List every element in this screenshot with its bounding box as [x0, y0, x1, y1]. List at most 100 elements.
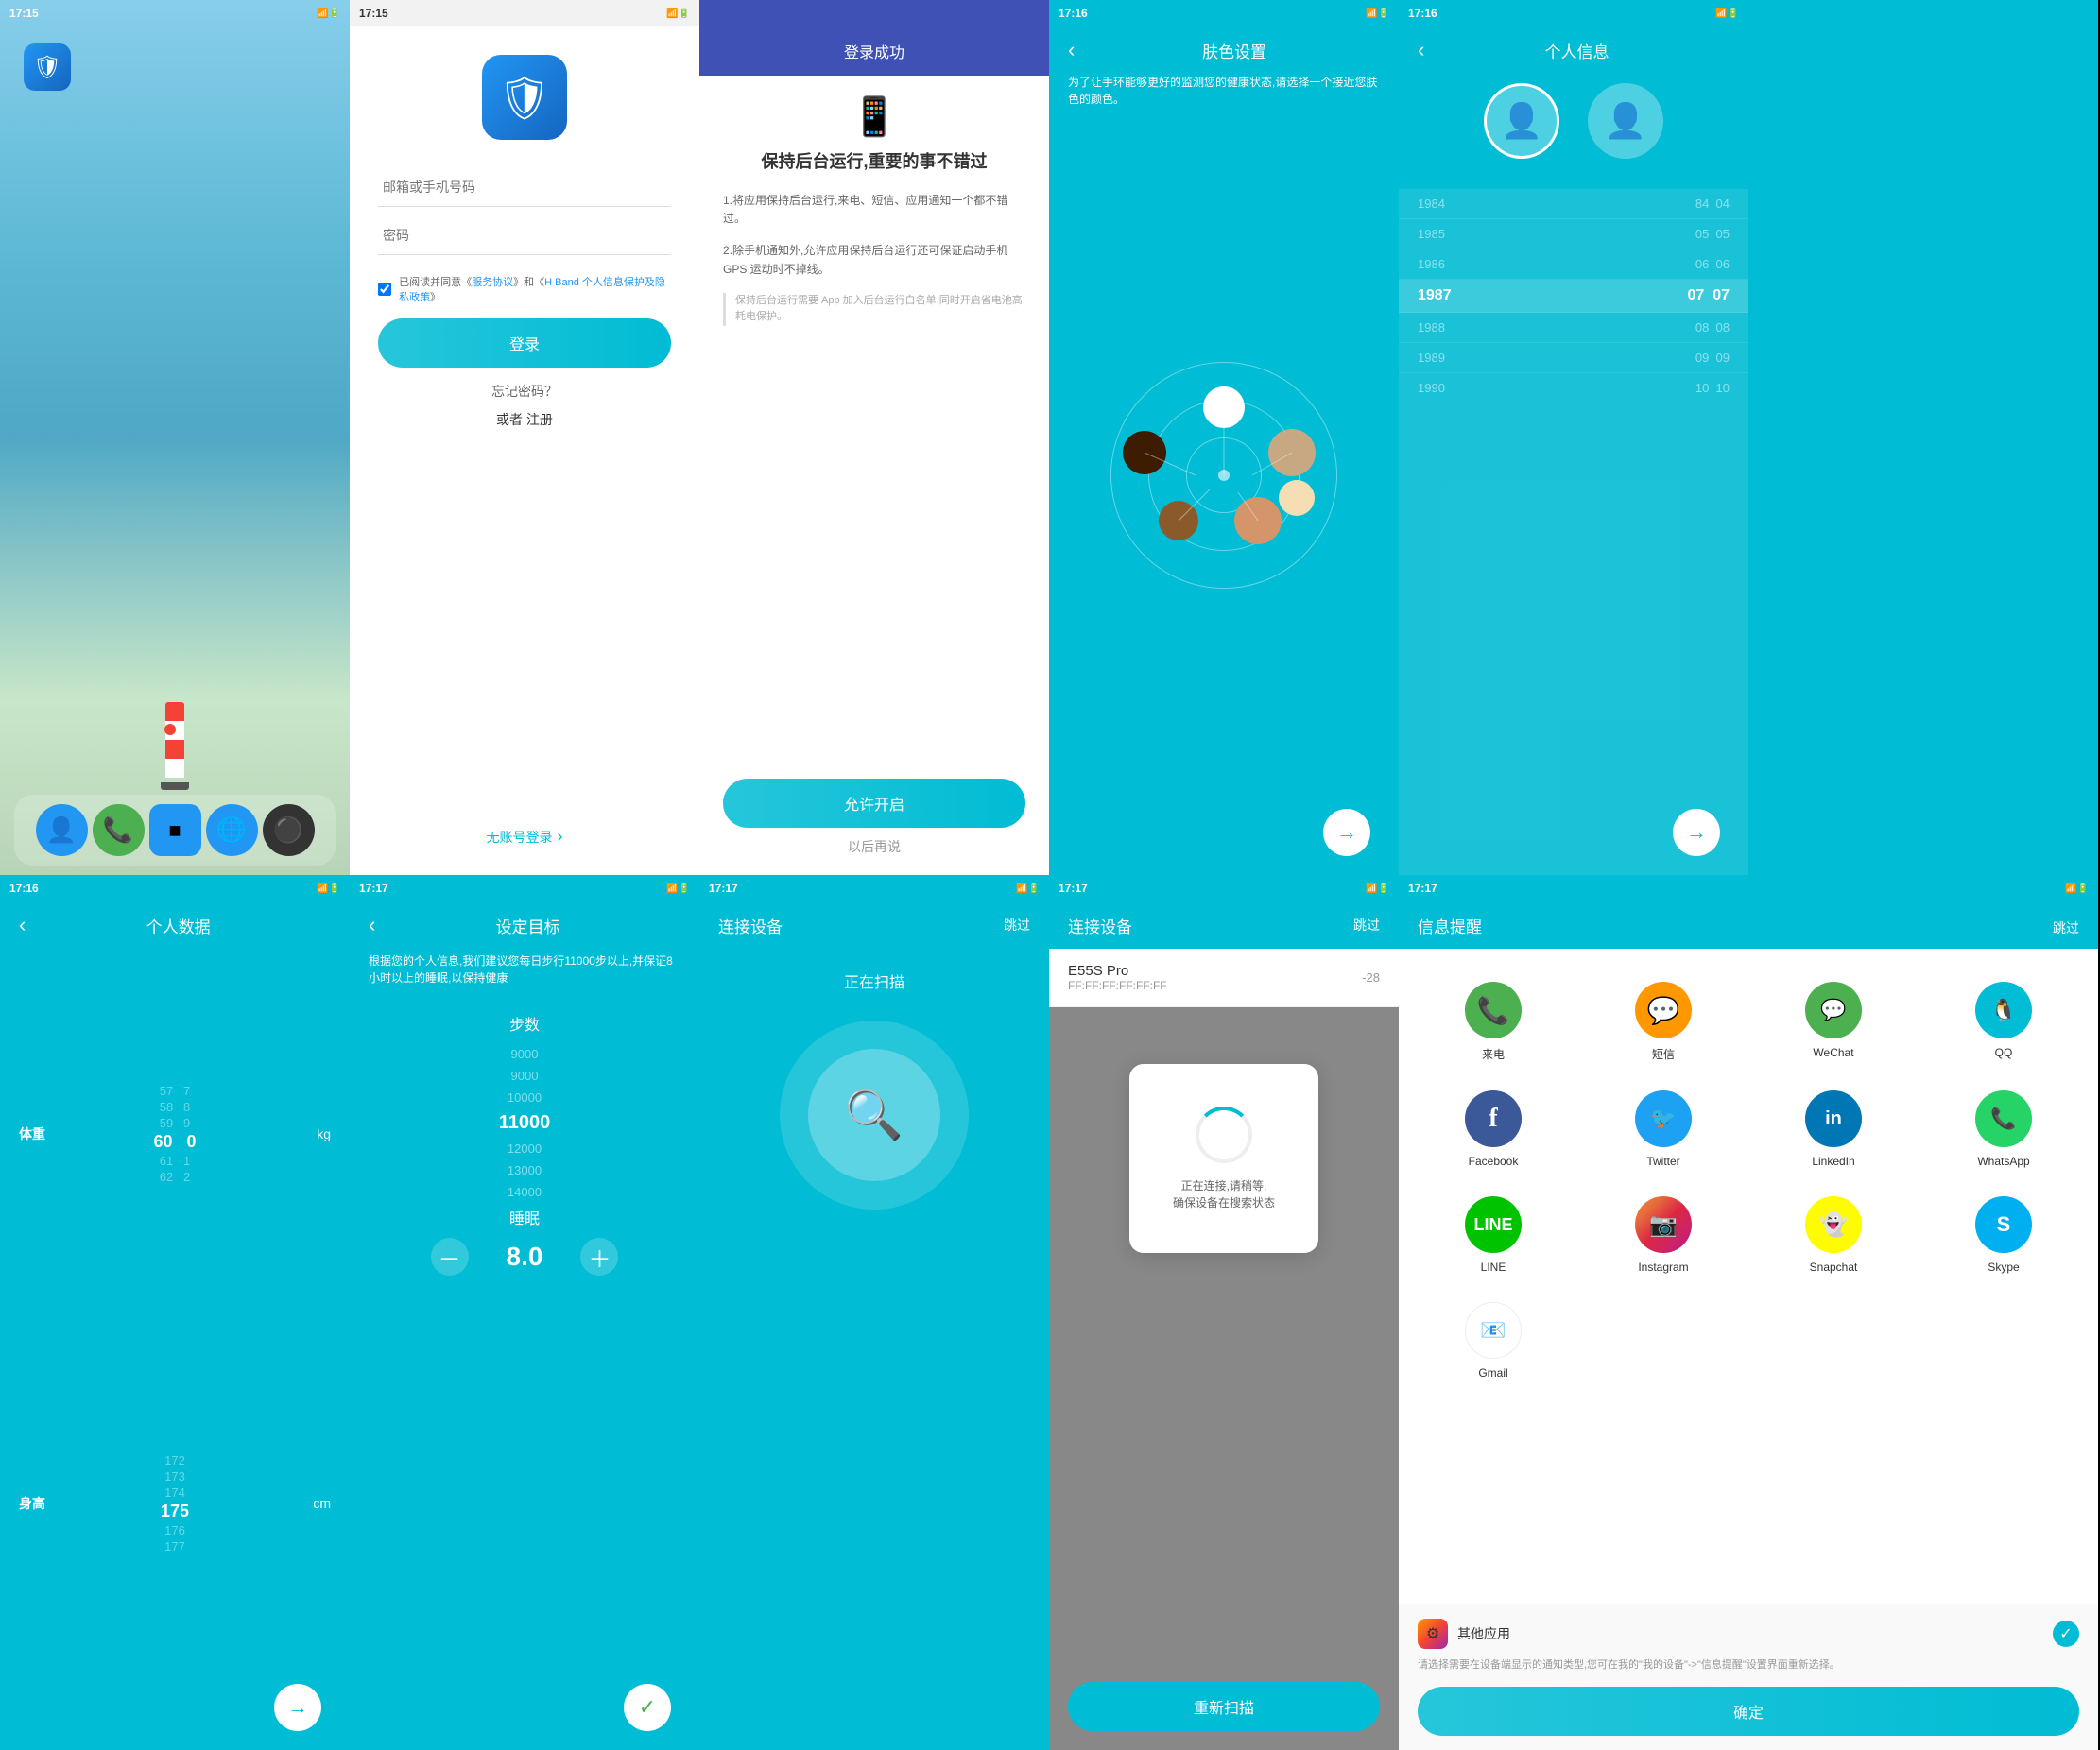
notif-item-facebook[interactable]: f Facebook [1408, 1076, 1578, 1182]
dock-phone[interactable]: 📞 [93, 804, 145, 856]
login-button[interactable]: 登录 [378, 318, 671, 368]
height-174[interactable]: 174 [164, 1485, 185, 1500]
steps-12000[interactable]: 12000 [508, 1139, 542, 1158]
connect-scanning-text: 正在扫描 [699, 969, 1049, 992]
sleep-plus-button[interactable]: ＋ [580, 1238, 618, 1276]
password-field[interactable] [378, 216, 671, 255]
dock-square[interactable]: ■ [149, 804, 201, 856]
panel-connect: 17:17 📶🔋 连接设备 跳过 正在扫描 🔍 [699, 875, 1049, 1750]
data-next-button[interactable]: → [274, 1684, 321, 1731]
terms-link1[interactable]: 服务协议 [472, 277, 513, 288]
skin-dot-beige[interactable] [1268, 429, 1316, 476]
height-175-active[interactable]: 175 [161, 1501, 189, 1521]
dock-camera[interactable]: ⚫ [263, 804, 315, 856]
height-scroll: 172 173 174 175 176 177 [161, 1453, 189, 1553]
instagram-label: Instagram [1638, 1261, 1688, 1274]
avatar-selected[interactable]: 👤 [1484, 83, 1559, 159]
weight-57[interactable]: 57 7 [160, 1084, 191, 1098]
avatar-alt[interactable]: 👤 [1588, 83, 1663, 159]
forgot-link[interactable]: 忘记密码？ [491, 382, 558, 401]
skin-dot-medium[interactable] [1159, 501, 1198, 540]
personal-row-1989[interactable]: 198909 09 [1399, 343, 1748, 373]
panel-data: 17:16 📶🔋 ‹ 个人数据 体重 57 7 58 8 59 9 60 0 6… [0, 875, 350, 1750]
personal-row-1985[interactable]: 198505 05 [1399, 219, 1748, 249]
skin-back-icon[interactable]: ‹ [1068, 38, 1075, 62]
notif-item-linkedin[interactable]: in LinkedIn [1748, 1076, 1919, 1182]
data-back-icon[interactable]: ‹ [19, 913, 26, 937]
weight-61[interactable]: 61 1 [160, 1154, 191, 1168]
connect-skip-button[interactable]: 跳过 [1004, 916, 1030, 935]
notif-skip-button[interactable]: 跳过 [2053, 918, 2079, 937]
gmail-icon-circle: 📧 [1465, 1302, 1522, 1359]
steps-13000[interactable]: 13000 [508, 1160, 542, 1180]
skin-dot-dark[interactable] [1123, 431, 1166, 474]
guest-link[interactable]: 无账号登录 › [487, 827, 563, 847]
register-link[interactable]: 或者 注册 [496, 410, 553, 429]
goals-confirm-button[interactable]: ✓ [624, 1684, 671, 1731]
skin-next-button[interactable]: → [1323, 809, 1370, 856]
notif-item-qq[interactable]: 🐧 QQ [1919, 968, 2089, 1076]
notif-item-line[interactable]: LINE LINE [1408, 1182, 1578, 1288]
phone-label: 来电 [1482, 1046, 1505, 1062]
rescan-button[interactable]: 重新扫描 [1068, 1682, 1380, 1731]
height-172[interactable]: 172 [164, 1453, 185, 1467]
notif-item-snapchat[interactable]: 👻 Snapchat [1748, 1182, 1919, 1288]
weight-62[interactable]: 62 2 [160, 1170, 191, 1184]
notif-item-gmail[interactable]: 📧 Gmail [1408, 1288, 1578, 1394]
personal-next-button[interactable]: → [1673, 809, 1720, 856]
notice-text2: 2.除手机通知外,允许应用保持后台运行还可保证启动手机 GPS 运动时不掉线。 [723, 242, 1025, 278]
notif-confirm-button[interactable]: 确定 [1418, 1687, 2079, 1736]
notif-item-whatsapp[interactable]: 📞 WhatsApp [1919, 1076, 2089, 1182]
notif-item-sms[interactable]: 💬 短信 [1578, 968, 1748, 1076]
notif-item-phone[interactable]: 📞 来电 [1408, 968, 1578, 1076]
device-item-e55s[interactable]: E55S Pro FF:FF:FF:FF:FF:FF -28 [1049, 949, 1399, 1007]
home-time: 17:15 [9, 7, 39, 20]
terms-checkbox[interactable] [378, 282, 391, 297]
steps-14000[interactable]: 14000 [508, 1182, 542, 1202]
personal-row-1988[interactable]: 198808 08 [1399, 313, 1748, 343]
height-173[interactable]: 173 [164, 1469, 185, 1484]
dock-globe[interactable]: 🌐 [206, 804, 258, 856]
height-177[interactable]: 177 [164, 1539, 185, 1553]
device-skip-button[interactable]: 跳过 [1353, 916, 1380, 935]
home-vpn-icon[interactable]: 🛡 [24, 43, 71, 91]
steps-11000-active[interactable]: 11000 [499, 1109, 551, 1137]
notif-other-label: ⚙ 其他应用 [1418, 1619, 1510, 1649]
terms-link2[interactable]: H Band 个人信息保护及隐私政策 [399, 277, 665, 303]
notif-item-wechat[interactable]: 💬 WeChat [1748, 968, 1919, 1076]
email-field[interactable] [378, 168, 671, 207]
personal-back-icon[interactable]: ‹ [1418, 38, 1424, 62]
later-link[interactable]: 以后再说 [848, 837, 901, 856]
snapchat-icon-circle: 👻 [1805, 1196, 1862, 1253]
facebook-icon-circle: f [1465, 1090, 1522, 1147]
steps-9000-1[interactable]: 9000 [511, 1044, 539, 1064]
weight-58[interactable]: 58 8 [160, 1100, 191, 1114]
notif-item-twitter[interactable]: 🐦 Twitter [1578, 1076, 1748, 1182]
notice-warning: 保持后台运行需要 App 加入后台运行白名单,同时开启省电池高耗电保护。 [723, 293, 1025, 326]
steps-10000[interactable]: 10000 [508, 1088, 542, 1107]
allow-button[interactable]: 允许开启 [723, 779, 1025, 828]
device-item-name: E55S Pro [1068, 963, 1167, 979]
personal-row-1986[interactable]: 198606 06 [1399, 249, 1748, 280]
connect-title: 连接设备 [718, 914, 783, 937]
other-apps-check[interactable]: ✓ [2053, 1621, 2079, 1647]
height-176[interactable]: 176 [164, 1523, 185, 1537]
notice-content: 📱 保持后台运行,重要的事不错过 1.将应用保持后台运行,来电、短信、应用通知一… [699, 76, 1049, 875]
personal-row-1990[interactable]: 199010 10 [1399, 373, 1748, 403]
skin-dot-white[interactable] [1203, 386, 1245, 428]
skin-dot-light[interactable] [1234, 497, 1282, 544]
notif-item-skype[interactable]: S Skype [1919, 1182, 2089, 1288]
personal-row-1984[interactable]: 198484 04 [1399, 189, 1748, 219]
goals-back-icon[interactable]: ‹ [369, 913, 375, 937]
skin-dot-fair[interactable] [1279, 480, 1315, 516]
dock-contacts[interactable]: 👤 [36, 804, 88, 856]
device-header: 连接设备 跳过 [1049, 901, 1399, 949]
sleep-minus-button[interactable]: － [431, 1238, 469, 1276]
personal-row-1987[interactable]: 198707 07 [1399, 280, 1748, 313]
weight-60-active[interactable]: 60 0 [153, 1132, 196, 1152]
personal-header: ‹ 个人信息 [1399, 26, 1748, 74]
steps-9000-2[interactable]: 9000 [511, 1066, 539, 1086]
weight-59[interactable]: 59 9 [160, 1116, 191, 1130]
skype-label: Skype [1988, 1261, 2019, 1274]
notif-item-instagram[interactable]: 📷 Instagram [1578, 1182, 1748, 1288]
